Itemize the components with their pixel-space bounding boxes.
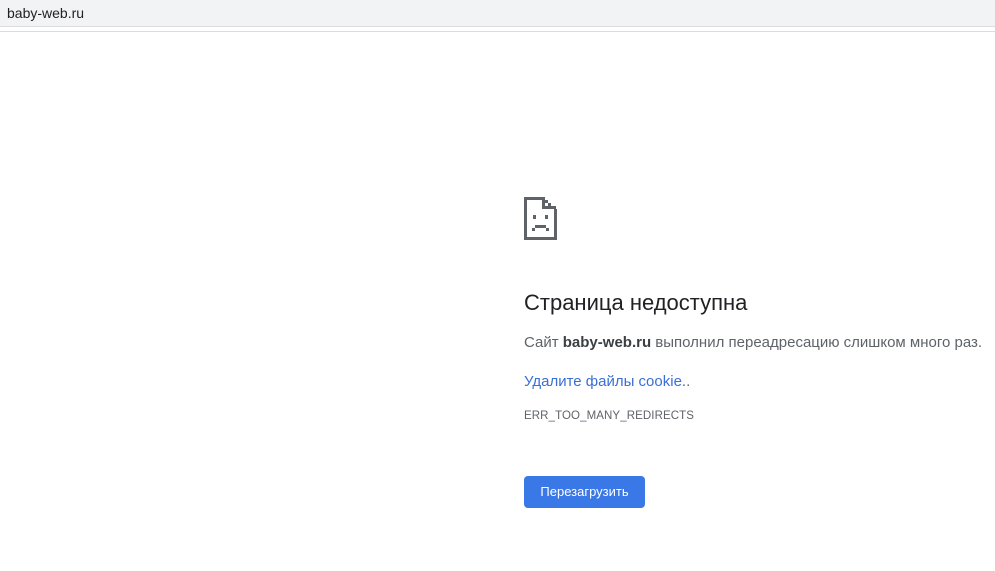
clear-cookies-link[interactable]: Удалите файлы cookie [524,373,682,390]
error-summary: Сайт baby-web.ru выполнил переадресацию … [524,333,994,353]
suggestion: Удалите файлы cookie.. [524,372,994,392]
sad-page-icon [524,197,557,240]
summary-host: baby-web.ru [562,334,652,351]
summary-prefix: Сайт [524,334,559,351]
toolbar-divider [0,31,995,32]
address-bar[interactable]: baby-web.ru [0,0,995,27]
page-title: Страница недоступна [524,290,748,315]
suggestion-suffix: .. [681,373,691,390]
reload-button[interactable]: Перезагрузить [524,476,645,508]
summary-suffix: выполнил переадресацию слишком много раз… [655,334,983,351]
url-text[interactable]: baby-web.ru [7,5,84,22]
error-content: Страница недоступна Сайт baby-web.ru вып… [524,197,994,508]
error-code: ERR_TOO_MANY_REDIRECTS [524,410,695,422]
